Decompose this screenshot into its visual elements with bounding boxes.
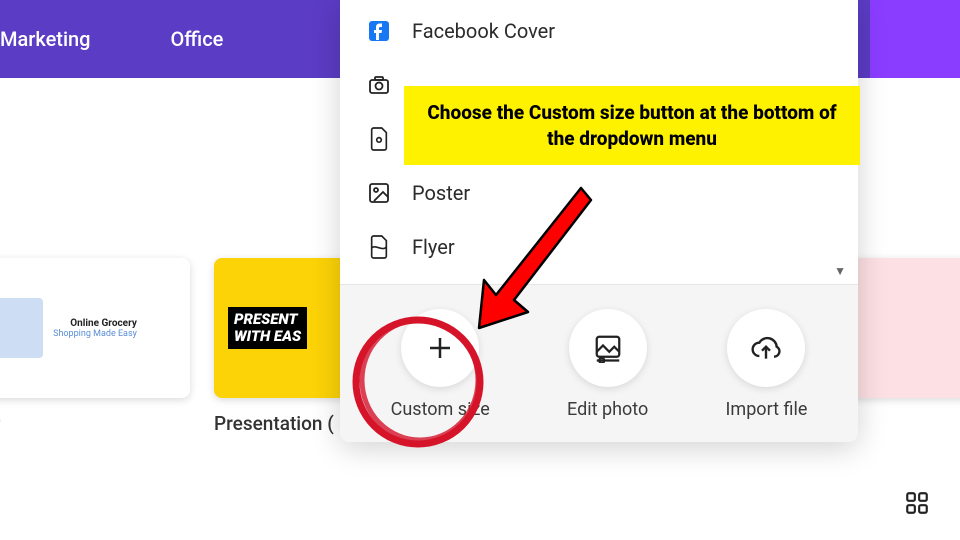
tab-office[interactable]: Office: [171, 27, 224, 51]
file-icon: [366, 126, 392, 152]
chevron-down-icon: ▼: [834, 264, 846, 278]
camera-icon: [366, 72, 392, 98]
plus-icon: [425, 333, 455, 363]
dropdown-item-label: Flyer: [412, 235, 455, 259]
template-thumbnail: Online Grocery Shopping Made Easy: [0, 258, 190, 398]
template-card[interactable]: ter: [848, 258, 960, 435]
cloud-upload-icon: [750, 332, 782, 364]
annotation-arrow: [476, 180, 596, 330]
grid-icon: [904, 490, 930, 516]
grid-view-button[interactable]: [904, 490, 930, 520]
design-type-dropdown: Facebook Cover Poster Flyer ▼: [340, 0, 858, 442]
footer-label: Edit photo: [567, 399, 648, 420]
dropdown-item-label: Facebook Cover: [412, 19, 555, 43]
template-label: t Cover: [0, 412, 190, 435]
footer-label: Custom size: [391, 399, 490, 420]
template-label: ter: [848, 412, 960, 435]
template-card[interactable]: Online Grocery Shopping Made Easy t Cove…: [0, 258, 190, 435]
import-file-button[interactable]: Import file: [726, 309, 808, 420]
tab-marketing[interactable]: Marketing: [0, 27, 91, 51]
dropdown-item-poster[interactable]: Poster: [340, 166, 858, 220]
edit-photo-icon: [593, 333, 623, 363]
footer-label: Import file: [726, 399, 808, 420]
dropdown-footer: Custom size Edit photo Import file: [340, 284, 858, 442]
dropdown-item-flyer[interactable]: Flyer: [340, 220, 858, 274]
page-icon: [366, 234, 392, 260]
image-icon: [366, 180, 392, 206]
header-accent: [870, 0, 960, 78]
dropdown-item-facebook-cover[interactable]: Facebook Cover: [340, 4, 858, 58]
dropdown-item-label: Poster: [412, 181, 470, 205]
custom-size-button[interactable]: Custom size: [391, 309, 490, 420]
template-thumbnail: [848, 258, 960, 398]
annotation-callout: Choose the Custom size button at the bot…: [404, 86, 860, 165]
facebook-icon: [366, 18, 392, 44]
